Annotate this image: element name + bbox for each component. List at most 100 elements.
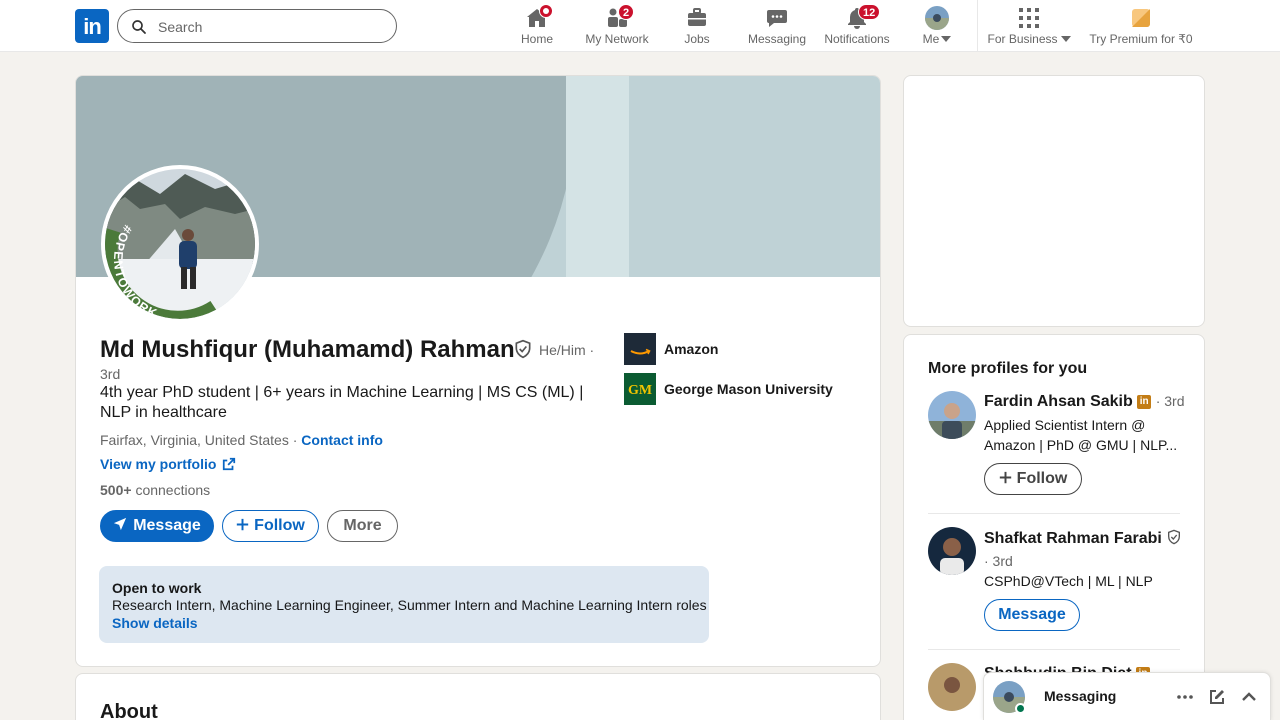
school-name: George Mason University: [664, 381, 833, 397]
nav-me[interactable]: Me: [912, 0, 962, 52]
profile-headline: 4th year PhD student | 6+ years in Machi…: [100, 384, 584, 421]
plus-icon: [236, 518, 249, 531]
linkedin-logo[interactable]: in: [75, 9, 109, 43]
chevron-up-icon[interactable]: [1239, 687, 1259, 707]
profile-name: Fardin Ahsan Sakib in · 3rd: [984, 393, 1184, 411]
grid-icon: [1019, 8, 1039, 28]
profile-degree: · 3rd: [1155, 393, 1185, 409]
send-icon: [114, 517, 127, 531]
profile-headline: CSPhD@VTech | ML | NLP: [984, 573, 1153, 589]
pronouns: He/Him ·: [539, 342, 595, 358]
search-placeholder: Search: [158, 19, 203, 35]
compose-icon[interactable]: [1207, 687, 1227, 707]
premium-icon: [1132, 9, 1150, 27]
gmu-logo-icon: GM: [624, 373, 656, 405]
nav-home[interactable]: Home: [507, 0, 567, 52]
follow-button[interactable]: Follow: [984, 463, 1082, 495]
profile-location: Fairfax, Virginia, United States · Conta…: [100, 432, 383, 448]
connections-label: connections: [135, 482, 211, 498]
profile-degree: · 3rd: [984, 553, 1013, 569]
home-dot-badge: [539, 4, 553, 18]
suggested-profile[interactable]: Fardin Ahsan Sakib in · 3rd Applied Scie…: [928, 391, 1184, 501]
more-profiles-card: More profiles for you Fardin Ahsan Sakib…: [903, 334, 1205, 720]
messaging-overlay[interactable]: Messaging: [983, 672, 1271, 720]
connections-count[interactable]: 500+ connections: [100, 482, 210, 498]
profile-headline: Applied Scientist Intern @ Amazon | PhD …: [984, 417, 1178, 453]
amazon-logo-icon: [624, 333, 656, 365]
suggested-profile[interactable]: Shafkat Rahman Farabi · 3rd CSPhD@VTech …: [928, 527, 1182, 637]
verified-shield-icon[interactable]: [513, 339, 533, 359]
profile-photo[interactable]: #OPENTOWORK: [101, 165, 259, 323]
contact-info-link[interactable]: Contact info: [301, 432, 383, 448]
linkedin-premium-icon: in: [1137, 395, 1152, 409]
nav-my-network-label: My Network: [585, 32, 649, 46]
show-details-link[interactable]: Show details: [112, 615, 198, 631]
follow-button-label: Follow: [254, 517, 305, 534]
briefcase-icon: [688, 8, 706, 26]
nav-for-business[interactable]: For Business: [986, 0, 1072, 52]
online-status-indicator: [1015, 703, 1026, 714]
more-options-icon[interactable]: [1175, 687, 1195, 707]
profile-name: Shafkat Rahman Farabi: [984, 529, 1182, 548]
more-button-label: More: [343, 517, 382, 534]
divider: [928, 649, 1180, 650]
connections-number: 500+: [100, 482, 132, 498]
nav-divider: [977, 0, 978, 52]
chevron-down-icon: [1060, 36, 1071, 42]
nav-messaging[interactable]: Messaging: [744, 0, 810, 52]
profile-avatar: [928, 527, 976, 575]
open-to-work-card[interactable]: Open to work Research Intern, Machine Le…: [99, 566, 709, 643]
message-button-label: Message: [133, 517, 201, 534]
search-icon: [132, 20, 146, 34]
follow-button-label: Follow: [1016, 470, 1068, 487]
nav-notifications-label: Notifications: [824, 32, 890, 46]
profile-avatar: [928, 391, 976, 439]
profile-photo-image: #OPENTOWORK: [105, 169, 255, 319]
nav-try-premium[interactable]: Try Premium for ₹0: [1086, 0, 1196, 52]
portfolio-label: View my portfolio: [100, 456, 217, 472]
top-navigation: in Search Home 2 My Network Jobs Messagi…: [0, 0, 1280, 52]
more-button[interactable]: More: [327, 510, 398, 542]
nav-notifications[interactable]: 12 Notifications: [820, 0, 894, 52]
nav-jobs[interactable]: Jobs: [667, 0, 727, 52]
divider: [928, 513, 1180, 514]
profile-avatar: [928, 663, 976, 711]
about-title: About: [100, 701, 158, 720]
plus-icon: [999, 471, 1011, 484]
svg-text:GM: GM: [628, 383, 652, 398]
about-card: About: [75, 673, 881, 720]
network-badge: 2: [618, 4, 635, 20]
location-separator: ·: [288, 432, 302, 448]
chevron-down-icon: [941, 36, 952, 42]
notifications-badge: 12: [858, 4, 881, 20]
avatar: [925, 6, 949, 30]
external-link-icon: [223, 457, 236, 471]
profile-name-text: Shafkat Rahman Farabi: [984, 530, 1162, 547]
profile-name: Md Mushfiqur (Muhamamd) Rahman: [100, 336, 515, 363]
company-name: Amazon: [664, 341, 719, 357]
nav-for-business-label: For Business: [986, 32, 1072, 46]
search-input[interactable]: Search: [117, 9, 397, 43]
message-button[interactable]: Message: [100, 510, 214, 542]
follow-button[interactable]: Follow: [222, 510, 319, 542]
chat-icon: [767, 10, 787, 27]
messaging-label: Messaging: [1044, 688, 1117, 704]
profile-card: #OPENTOWORK Md Mushfiqur (Muhamamd) Rahm…: [75, 75, 881, 667]
connection-degree: 3rd: [100, 366, 121, 382]
open-to-work-title: Open to work: [112, 580, 202, 596]
location-text: Fairfax, Virginia, United States: [100, 432, 289, 448]
nav-home-label: Home: [520, 32, 553, 46]
nav-messaging-label: Messaging: [747, 32, 807, 46]
ad-card: [903, 75, 1205, 327]
nav-me-label: Me: [912, 32, 962, 46]
nav-my-network[interactable]: 2 My Network: [582, 0, 652, 52]
open-to-work-roles: Research Intern, Machine Learning Engine…: [112, 597, 707, 613]
profile-name-text: Fardin Ahsan Sakib: [984, 393, 1133, 410]
portfolio-link[interactable]: View my portfolio: [100, 456, 236, 472]
nav-try-premium-label: Try Premium for ₹0: [1089, 32, 1193, 46]
message-button-label: Message: [998, 606, 1066, 623]
more-profiles-title: More profiles for you: [928, 360, 1088, 377]
message-button[interactable]: Message: [984, 599, 1080, 631]
verified-shield-icon: [1168, 529, 1181, 545]
nav-jobs-label: Jobs: [684, 32, 710, 46]
